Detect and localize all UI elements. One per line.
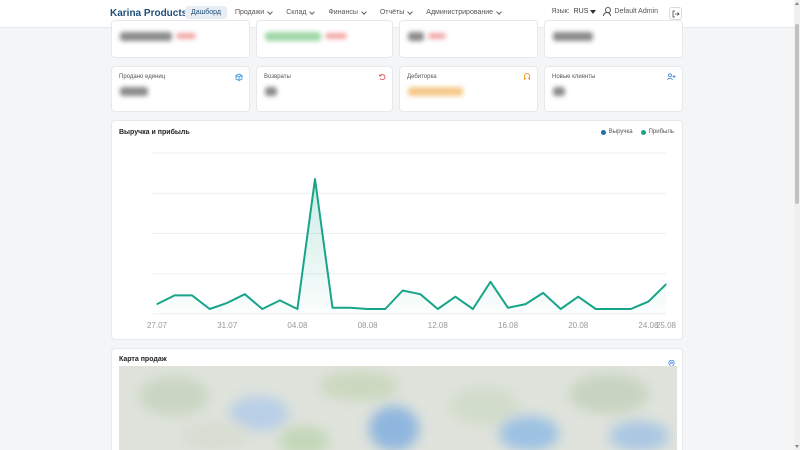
user-plus-icon bbox=[667, 73, 676, 83]
data-point bbox=[612, 308, 614, 310]
data-point bbox=[296, 308, 299, 310]
scroll-up-arrow[interactable] bbox=[795, 2, 799, 5]
data-point bbox=[437, 308, 439, 310]
data-point bbox=[191, 294, 193, 297]
data-point bbox=[314, 178, 316, 180]
nav-item-sales[interactable]: Продажи bbox=[229, 6, 278, 19]
x-tick-label: 08.08 bbox=[358, 321, 379, 330]
x-tick-label: 20.08 bbox=[568, 321, 589, 330]
navbar-right: Язык: RUS Default Admin bbox=[551, 7, 658, 16]
x-tick-label: 12.08 bbox=[428, 321, 449, 330]
nav-item-dashboard[interactable]: Дашборд bbox=[185, 6, 227, 19]
x-tick-label: 31.07 bbox=[217, 321, 238, 330]
data-point bbox=[507, 307, 509, 309]
box-icon bbox=[235, 73, 243, 83]
nav-item-finance[interactable]: Финансы bbox=[322, 6, 371, 19]
stat-card-receivables: Дебиторка bbox=[399, 66, 538, 112]
blurred-value bbox=[408, 87, 463, 96]
main-nav: Дашборд Продажи Склад Финансы Отчёты Адм… bbox=[185, 6, 509, 19]
blurred-value bbox=[408, 32, 424, 41]
data-point bbox=[226, 302, 228, 304]
data-point bbox=[524, 303, 527, 305]
language-label: Язык: bbox=[551, 8, 570, 15]
stat-card-orders bbox=[399, 20, 538, 58]
data-point bbox=[156, 303, 158, 305]
x-tick-label: 04.08 bbox=[287, 321, 308, 330]
chevron-down-icon bbox=[267, 8, 274, 15]
line-chart: 27.07 31.07 04.08 08.08 12.08 16.08 20.08 24.08… bbox=[147, 152, 677, 330]
data-point bbox=[331, 307, 334, 309]
stat-label: Продано единиц bbox=[119, 74, 166, 80]
blurred-value bbox=[120, 32, 172, 41]
chevron-down-icon bbox=[309, 8, 316, 15]
logout-icon bbox=[672, 10, 680, 17]
chevron-down-icon bbox=[361, 8, 367, 15]
data-point bbox=[595, 308, 597, 310]
data-point bbox=[261, 308, 263, 310]
scroll-thumb[interactable] bbox=[795, 24, 799, 204]
data-point bbox=[384, 308, 386, 310]
language-select[interactable]: RUS bbox=[574, 8, 589, 15]
caret-down-icon[interactable] bbox=[590, 9, 597, 14]
data-point bbox=[402, 289, 404, 292]
stat-label: Возвраты bbox=[264, 74, 291, 80]
series-line-profit bbox=[156, 178, 667, 310]
sales-map-card: Карта продаж bbox=[111, 348, 683, 450]
data-point bbox=[647, 301, 650, 303]
x-tick-label: 27.07 bbox=[147, 321, 168, 330]
series-area-profit bbox=[157, 179, 666, 314]
user-name[interactable]: Default Admin bbox=[614, 8, 658, 15]
data-point bbox=[367, 308, 369, 310]
stat-card-new-clients: Новые клиенты bbox=[544, 66, 683, 112]
scroll-down-arrow[interactable] bbox=[795, 445, 799, 448]
data-point bbox=[560, 308, 562, 310]
data-point bbox=[630, 308, 632, 310]
user-icon bbox=[603, 7, 612, 16]
blurred-delta bbox=[428, 33, 446, 39]
page-scrollbar[interactable] bbox=[794, 0, 800, 450]
blurred-delta bbox=[325, 33, 347, 39]
chevron-down-icon bbox=[496, 8, 502, 15]
chevron-down-icon bbox=[407, 8, 414, 15]
brand-logo[interactable]: Karina Products bbox=[110, 8, 187, 19]
nav-item-administration[interactable]: Администрирование bbox=[420, 6, 507, 19]
data-point bbox=[209, 308, 211, 310]
blurred-value bbox=[120, 87, 148, 96]
stat-card-revenue bbox=[111, 20, 250, 58]
data-point bbox=[349, 307, 351, 309]
stat-card-average-check bbox=[544, 20, 683, 58]
data-point bbox=[577, 296, 579, 298]
data-point bbox=[419, 293, 421, 295]
data-point bbox=[279, 299, 281, 301]
stat-card-units-sold: Продано единиц bbox=[111, 66, 250, 112]
x-tick-label: 25.08 bbox=[656, 321, 677, 330]
stat-label: Дебиторка bbox=[407, 74, 437, 80]
blurred-value bbox=[553, 32, 593, 41]
data-point bbox=[665, 283, 667, 285]
x-tick-label: 16.08 bbox=[498, 321, 519, 330]
map-title: Карта продаж bbox=[119, 356, 167, 363]
nav-item-reports[interactable]: Отчёты bbox=[374, 6, 418, 19]
data-point bbox=[472, 308, 474, 310]
data-point bbox=[454, 296, 456, 298]
data-point bbox=[542, 292, 544, 294]
data-point bbox=[173, 294, 176, 297]
sales-map[interactable] bbox=[119, 366, 677, 450]
blurred-value bbox=[265, 32, 321, 41]
undo-icon bbox=[378, 73, 386, 83]
data-point bbox=[244, 293, 246, 295]
stat-card-returns: Возвраты bbox=[256, 66, 393, 112]
wallet-icon bbox=[523, 73, 531, 83]
data-point bbox=[489, 281, 492, 283]
stat-label: Новые клиенты bbox=[552, 74, 596, 80]
blurred-value bbox=[265, 87, 277, 96]
nav-item-warehouse[interactable]: Склад bbox=[280, 6, 320, 19]
blurred-value bbox=[553, 87, 565, 96]
stat-card-profit bbox=[256, 20, 393, 58]
revenue-profit-chart-card: Выручка и прибыль Выручка Прибыль 27.07 3… bbox=[111, 120, 683, 340]
logout-button[interactable] bbox=[669, 7, 682, 20]
blurred-delta bbox=[176, 33, 196, 39]
